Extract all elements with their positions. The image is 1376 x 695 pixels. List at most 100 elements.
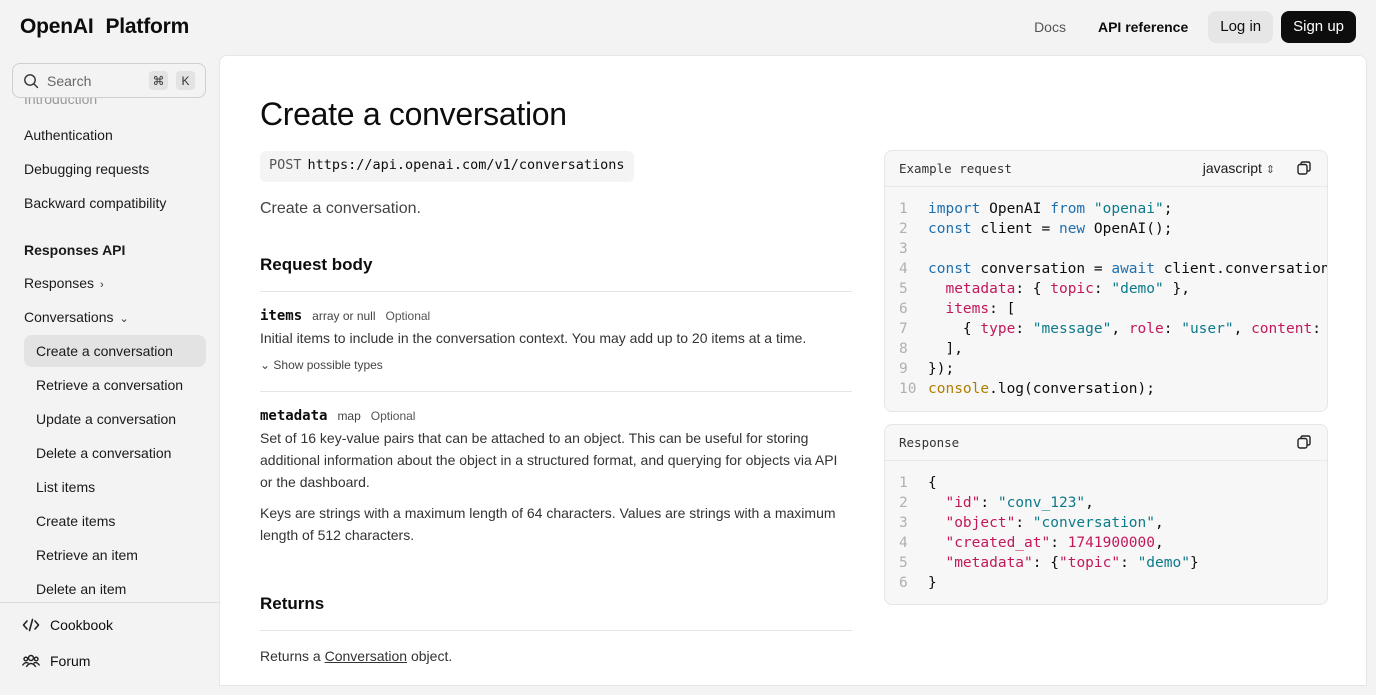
code-line: 8 ],	[899, 341, 963, 357]
code-line: 3 "object": "conversation",	[899, 515, 1164, 531]
top-bar: OpenAI Platform Docs API reference Log i…	[0, 0, 1376, 55]
param-optional: Optional	[370, 409, 416, 423]
code-line: 4 const conversation = await client.conve…	[899, 261, 1328, 277]
code-line: 7 { type: "message", role: "user", conte…	[899, 321, 1328, 337]
code-line: 3	[899, 241, 908, 257]
chevron-right-icon: ›	[100, 279, 104, 291]
chevron-down-icon: ⌄	[260, 358, 274, 372]
sidebar-item-create-items[interactable]: Create items	[36, 513, 115, 529]
code-line: 5 "metadata": {"topic": "demo"}	[899, 555, 1199, 571]
search-placeholder: Search	[47, 72, 92, 89]
docs-link[interactable]: Docs	[1022, 11, 1078, 43]
conversation-object-link[interactable]: Conversation	[325, 648, 408, 664]
api-reference-link[interactable]: API reference	[1086, 11, 1200, 43]
divider	[260, 291, 852, 292]
param-description: Initial items to include in the conversa…	[260, 330, 807, 346]
code-line: 10 console.log(conversation);	[899, 381, 1155, 397]
language-label: javascript	[1202, 160, 1262, 176]
search-icon	[24, 73, 39, 88]
sidebar-nav[interactable]: Introduction Authentication Debugging re…	[0, 95, 219, 602]
search-input[interactable]: Search ⌘ K	[12, 63, 206, 98]
example-code-block: 1 import OpenAI from "openai"; 2 const cli…	[885, 187, 1327, 399]
param-items: items array or null Optional	[260, 308, 430, 324]
divider	[260, 391, 852, 392]
people-icon	[22, 654, 40, 668]
param-name: items	[260, 308, 303, 324]
logo[interactable]: OpenAI Platform	[20, 15, 189, 39]
param-description: Set of 16 key-value pairs that can be at…	[260, 430, 838, 490]
sidebar-footer-label: Forum	[50, 653, 91, 669]
top-nav: Docs API reference Log in Sign up	[1022, 11, 1356, 43]
param-optional: Optional	[385, 309, 431, 323]
returns-heading: Returns	[260, 594, 325, 613]
code-icon	[22, 618, 40, 632]
param-metadata: metadata map Optional	[260, 408, 415, 424]
sidebar-item-backward-compatibility[interactable]: Backward compatibility	[24, 195, 166, 211]
sidebar-cookbook-link[interactable]: Cookbook	[22, 616, 113, 634]
code-line: 1{	[899, 475, 937, 491]
example-request-label: Example request	[899, 161, 1012, 176]
show-types-label: Show possible types	[273, 358, 383, 372]
example-request-header: Example request javascript ⇕	[885, 151, 1327, 187]
returns-pre: Returns a	[260, 648, 325, 664]
logo-openai: OpenAI	[20, 15, 94, 38]
sidebar-item-delete-item[interactable]: Delete an item	[36, 581, 126, 597]
response-label: Response	[899, 435, 960, 450]
page-title: Create a conversation	[260, 96, 567, 132]
sidebar-item-responses[interactable]: Responses ›	[24, 275, 104, 291]
code-line: 4 "created_at": 1741900000,	[899, 535, 1164, 551]
sidebar-footer-label: Cookbook	[50, 617, 114, 633]
code-line: 6 items: [	[899, 301, 1016, 317]
sidebar: Search ⌘ K Introduction Authentication D…	[0, 55, 219, 695]
divider	[260, 630, 852, 631]
example-request-panel: Example request javascript ⇕ 1 import Ope…	[884, 150, 1328, 412]
k-key: K	[176, 71, 195, 90]
sidebar-item-debugging-requests[interactable]: Debugging requests	[24, 161, 149, 177]
command-key-icon: ⌘	[149, 71, 168, 90]
endpoint-url: https://api.openai.com/v1/conversations	[307, 157, 625, 173]
param-type: array or null	[312, 309, 376, 323]
logo-platform: Platform	[105, 15, 190, 38]
chevron-updown-icon: ⇕	[1265, 164, 1275, 176]
login-button[interactable]: Log in	[1208, 11, 1274, 43]
request-body-heading: Request body	[260, 255, 373, 274]
sidebar-item-delete-conversation[interactable]: Delete a conversation	[36, 445, 171, 461]
search-shortcut: ⌘ K	[149, 71, 199, 90]
returns-post: object.	[407, 648, 453, 664]
sidebar-forum-link[interactable]: Forum	[22, 652, 90, 670]
param-description-extra: Keys are strings with a maximum length o…	[260, 505, 836, 543]
sidebar-item-label: Responses	[24, 275, 95, 291]
sidebar-item-list-items[interactable]: List items	[36, 479, 95, 495]
sidebar-item-conversations[interactable]: Conversations ⌄	[24, 309, 129, 325]
endpoint-badge: POST https://api.openai.com/v1/conversati…	[260, 151, 634, 182]
sidebar-item-retrieve-item[interactable]: Retrieve an item	[36, 547, 138, 563]
signup-button[interactable]: Sign up	[1281, 11, 1356, 43]
returns-description: Returns a Conversation object.	[260, 648, 452, 664]
show-possible-types-toggle[interactable]: ⌄ Show possible types	[260, 358, 383, 372]
sidebar-item-create-conversation[interactable]: Create a conversation	[36, 343, 173, 359]
param-type: map	[337, 409, 361, 423]
main-content: Create a conversation POST https://api.op…	[219, 55, 1367, 686]
code-line: 6}	[899, 575, 937, 591]
sidebar-section-responses-api: Responses API	[24, 242, 126, 258]
sidebar-divider	[0, 602, 219, 603]
code-line: 2 "id": "conv_123",	[899, 495, 1094, 511]
http-method: POST	[269, 157, 302, 173]
copy-icon[interactable]	[1297, 435, 1311, 449]
sidebar-item-retrieve-conversation[interactable]: Retrieve a conversation	[36, 377, 183, 393]
code-line: 5 metadata: { topic: "demo" },	[899, 281, 1190, 297]
response-code-block: 1{ 2 "id": "conv_123", 3 "object": "conv…	[885, 461, 1327, 593]
code-line: 1 import OpenAI from "openai";	[899, 201, 1173, 217]
response-header: Response	[885, 425, 1327, 461]
sidebar-item-update-conversation[interactable]: Update a conversation	[36, 411, 176, 427]
param-name: metadata	[260, 408, 328, 424]
response-panel: Response 1{ 2 "id": "conv_123", 3 "objec…	[884, 424, 1328, 605]
chevron-down-icon: ⌄	[119, 313, 129, 325]
sidebar-item-label: Conversations	[24, 309, 114, 325]
sidebar-item-authentication[interactable]: Authentication	[24, 127, 113, 143]
code-line: 9});	[899, 361, 955, 377]
endpoint-description: Create a conversation.	[260, 200, 421, 217]
code-line: 2 const client = new OpenAI();	[899, 221, 1173, 237]
copy-icon[interactable]	[1297, 161, 1311, 175]
language-select[interactable]: javascript ⇕	[1203, 160, 1275, 176]
